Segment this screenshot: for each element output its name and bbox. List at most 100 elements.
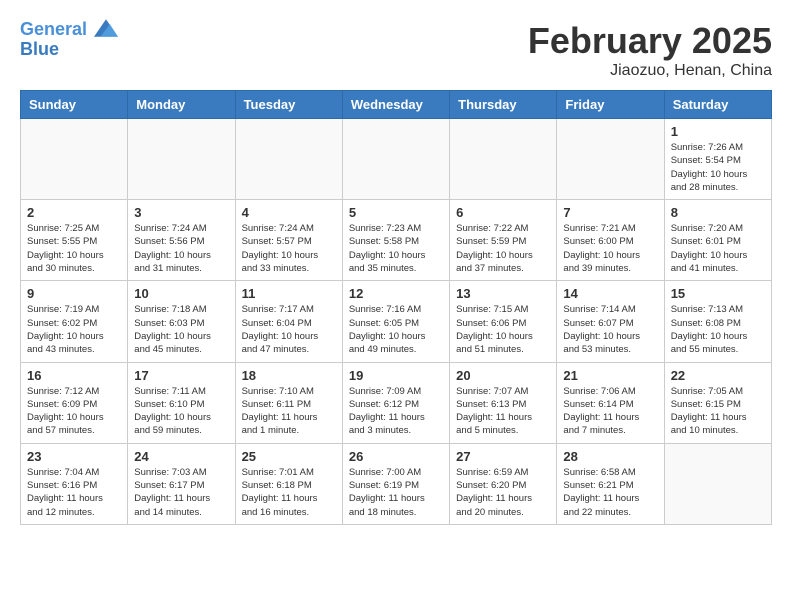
day-info: Sunrise: 7:23 AM Sunset: 5:58 PM Dayligh… <box>349 222 443 275</box>
day-info: Sunrise: 7:01 AM Sunset: 6:18 PM Dayligh… <box>242 466 336 519</box>
day-number: 26 <box>349 449 443 464</box>
calendar-day-cell: 2 Sunrise: 7:25 AM Sunset: 5:55 PM Daylig… <box>21 200 128 281</box>
calendar-day-cell: 21 Sunrise: 7:06 AM Sunset: 6:14 PM Dayli… <box>557 362 664 443</box>
day-info: Sunrise: 7:21 AM Sunset: 6:00 PM Dayligh… <box>563 222 657 275</box>
calendar-day-cell <box>450 119 557 200</box>
calendar-week-row: 2 Sunrise: 7:25 AM Sunset: 5:55 PM Daylig… <box>21 200 772 281</box>
day-number: 4 <box>242 205 336 220</box>
day-info: Sunrise: 7:24 AM Sunset: 5:56 PM Dayligh… <box>134 222 228 275</box>
calendar-day-cell: 25 Sunrise: 7:01 AM Sunset: 6:18 PM Dayli… <box>235 443 342 524</box>
calendar-day-cell: 13 Sunrise: 7:15 AM Sunset: 6:06 PM Dayli… <box>450 281 557 362</box>
calendar-week-row: 9 Sunrise: 7:19 AM Sunset: 6:02 PM Daylig… <box>21 281 772 362</box>
calendar-day-cell: 17 Sunrise: 7:11 AM Sunset: 6:10 PM Dayli… <box>128 362 235 443</box>
day-info: Sunrise: 7:25 AM Sunset: 5:55 PM Dayligh… <box>27 222 121 275</box>
day-number: 16 <box>27 368 121 383</box>
calendar-header-row: SundayMondayTuesdayWednesdayThursdayFrid… <box>21 91 772 119</box>
day-number: 12 <box>349 286 443 301</box>
day-info: Sunrise: 7:15 AM Sunset: 6:06 PM Dayligh… <box>456 303 550 356</box>
day-number: 7 <box>563 205 657 220</box>
day-number: 10 <box>134 286 228 301</box>
day-number: 8 <box>671 205 765 220</box>
calendar-day-cell: 22 Sunrise: 7:05 AM Sunset: 6:15 PM Dayli… <box>664 362 771 443</box>
calendar-day-cell: 3 Sunrise: 7:24 AM Sunset: 5:56 PM Daylig… <box>128 200 235 281</box>
logo-icon <box>94 18 118 38</box>
calendar-day-cell: 28 Sunrise: 6:58 AM Sunset: 6:21 PM Dayli… <box>557 443 664 524</box>
calendar-table: SundayMondayTuesdayWednesdayThursdayFrid… <box>20 90 772 525</box>
day-number: 15 <box>671 286 765 301</box>
day-info: Sunrise: 7:04 AM Sunset: 6:16 PM Dayligh… <box>27 466 121 519</box>
calendar-day-cell: 20 Sunrise: 7:07 AM Sunset: 6:13 PM Dayli… <box>450 362 557 443</box>
month-title: February 2025 <box>528 20 772 62</box>
calendar-day-cell: 4 Sunrise: 7:24 AM Sunset: 5:57 PM Daylig… <box>235 200 342 281</box>
calendar-week-row: 23Sunrise: 7:04 AM Sunset: 6:16 PM Dayli… <box>21 443 772 524</box>
calendar-day-cell: 16 Sunrise: 7:12 AM Sunset: 6:09 PM Dayli… <box>21 362 128 443</box>
location: Jiaozuo, Henan, China <box>528 62 772 80</box>
day-number: 27 <box>456 449 550 464</box>
calendar-day-cell <box>21 119 128 200</box>
calendar-day-header: Sunday <box>21 91 128 119</box>
day-info: Sunrise: 7:22 AM Sunset: 5:59 PM Dayligh… <box>456 222 550 275</box>
calendar-day-header: Wednesday <box>342 91 449 119</box>
day-info: Sunrise: 7:09 AM Sunset: 6:12 PM Dayligh… <box>349 385 443 438</box>
day-number: 22 <box>671 368 765 383</box>
day-number: 20 <box>456 368 550 383</box>
day-info: Sunrise: 7:07 AM Sunset: 6:13 PM Dayligh… <box>456 385 550 438</box>
day-info: Sunrise: 7:18 AM Sunset: 6:03 PM Dayligh… <box>134 303 228 356</box>
day-info: Sunrise: 7:16 AM Sunset: 6:05 PM Dayligh… <box>349 303 443 356</box>
day-info: Sunrise: 7:12 AM Sunset: 6:09 PM Dayligh… <box>27 385 121 438</box>
day-info: Sunrise: 7:24 AM Sunset: 5:57 PM Dayligh… <box>242 222 336 275</box>
day-number: 1 <box>671 124 765 139</box>
calendar-day-cell: 10 Sunrise: 7:18 AM Sunset: 6:03 PM Dayli… <box>128 281 235 362</box>
day-info: Sunrise: 7:10 AM Sunset: 6:11 PM Dayligh… <box>242 385 336 438</box>
calendar-day-cell: 11Sunrise: 7:17 AM Sunset: 6:04 PM Dayli… <box>235 281 342 362</box>
calendar-day-cell: 7 Sunrise: 7:21 AM Sunset: 6:00 PM Daylig… <box>557 200 664 281</box>
day-info: Sunrise: 7:13 AM Sunset: 6:08 PM Dayligh… <box>671 303 765 356</box>
page-header: General Blue February 2025 Jiaozuo, Hena… <box>20 20 772 80</box>
day-info: Sunrise: 7:06 AM Sunset: 6:14 PM Dayligh… <box>563 385 657 438</box>
calendar-day-cell <box>128 119 235 200</box>
title-block: February 2025 Jiaozuo, Henan, China <box>528 20 772 80</box>
day-number: 21 <box>563 368 657 383</box>
calendar-day-header: Tuesday <box>235 91 342 119</box>
calendar-day-cell: 6 Sunrise: 7:22 AM Sunset: 5:59 PM Daylig… <box>450 200 557 281</box>
calendar-day-header: Saturday <box>664 91 771 119</box>
day-number: 6 <box>456 205 550 220</box>
calendar-day-header: Friday <box>557 91 664 119</box>
day-info: Sunrise: 7:19 AM Sunset: 6:02 PM Dayligh… <box>27 303 121 356</box>
calendar-day-cell: 23Sunrise: 7:04 AM Sunset: 6:16 PM Dayli… <box>21 443 128 524</box>
day-info: Sunrise: 7:11 AM Sunset: 6:10 PM Dayligh… <box>134 385 228 438</box>
calendar-week-row: 16 Sunrise: 7:12 AM Sunset: 6:09 PM Dayli… <box>21 362 772 443</box>
calendar-day-cell: 5Sunrise: 7:23 AM Sunset: 5:58 PM Daylig… <box>342 200 449 281</box>
day-number: 28 <box>563 449 657 464</box>
calendar-day-cell: 12 Sunrise: 7:16 AM Sunset: 6:05 PM Dayli… <box>342 281 449 362</box>
day-number: 9 <box>27 286 121 301</box>
calendar-day-cell <box>235 119 342 200</box>
day-info: Sunrise: 7:20 AM Sunset: 6:01 PM Dayligh… <box>671 222 765 275</box>
day-number: 14 <box>563 286 657 301</box>
day-number: 3 <box>134 205 228 220</box>
logo-text: General <box>20 20 118 40</box>
calendar-day-cell: 27 Sunrise: 6:59 AM Sunset: 6:20 PM Dayli… <box>450 443 557 524</box>
calendar-day-cell: 8 Sunrise: 7:20 AM Sunset: 6:01 PM Daylig… <box>664 200 771 281</box>
calendar-day-cell: 19Sunrise: 7:09 AM Sunset: 6:12 PM Dayli… <box>342 362 449 443</box>
day-number: 24 <box>134 449 228 464</box>
day-number: 2 <box>27 205 121 220</box>
day-number: 17 <box>134 368 228 383</box>
calendar-day-header: Thursday <box>450 91 557 119</box>
day-info: Sunrise: 7:00 AM Sunset: 6:19 PM Dayligh… <box>349 466 443 519</box>
calendar-day-cell: 18Sunrise: 7:10 AM Sunset: 6:11 PM Dayli… <box>235 362 342 443</box>
calendar-week-row: 1 Sunrise: 7:26 AM Sunset: 5:54 PM Daylig… <box>21 119 772 200</box>
day-info: Sunrise: 7:03 AM Sunset: 6:17 PM Dayligh… <box>134 466 228 519</box>
day-info: Sunrise: 7:05 AM Sunset: 6:15 PM Dayligh… <box>671 385 765 438</box>
day-info: Sunrise: 6:58 AM Sunset: 6:21 PM Dayligh… <box>563 466 657 519</box>
calendar-day-cell <box>342 119 449 200</box>
calendar-day-cell: 24 Sunrise: 7:03 AM Sunset: 6:17 PM Dayli… <box>128 443 235 524</box>
day-number: 25 <box>242 449 336 464</box>
calendar-day-cell: 9 Sunrise: 7:19 AM Sunset: 6:02 PM Daylig… <box>21 281 128 362</box>
day-info: Sunrise: 7:26 AM Sunset: 5:54 PM Dayligh… <box>671 141 765 194</box>
logo-blue: Blue <box>20 40 118 60</box>
day-info: Sunrise: 7:14 AM Sunset: 6:07 PM Dayligh… <box>563 303 657 356</box>
calendar-day-header: Monday <box>128 91 235 119</box>
day-number: 13 <box>456 286 550 301</box>
day-info: Sunrise: 6:59 AM Sunset: 6:20 PM Dayligh… <box>456 466 550 519</box>
